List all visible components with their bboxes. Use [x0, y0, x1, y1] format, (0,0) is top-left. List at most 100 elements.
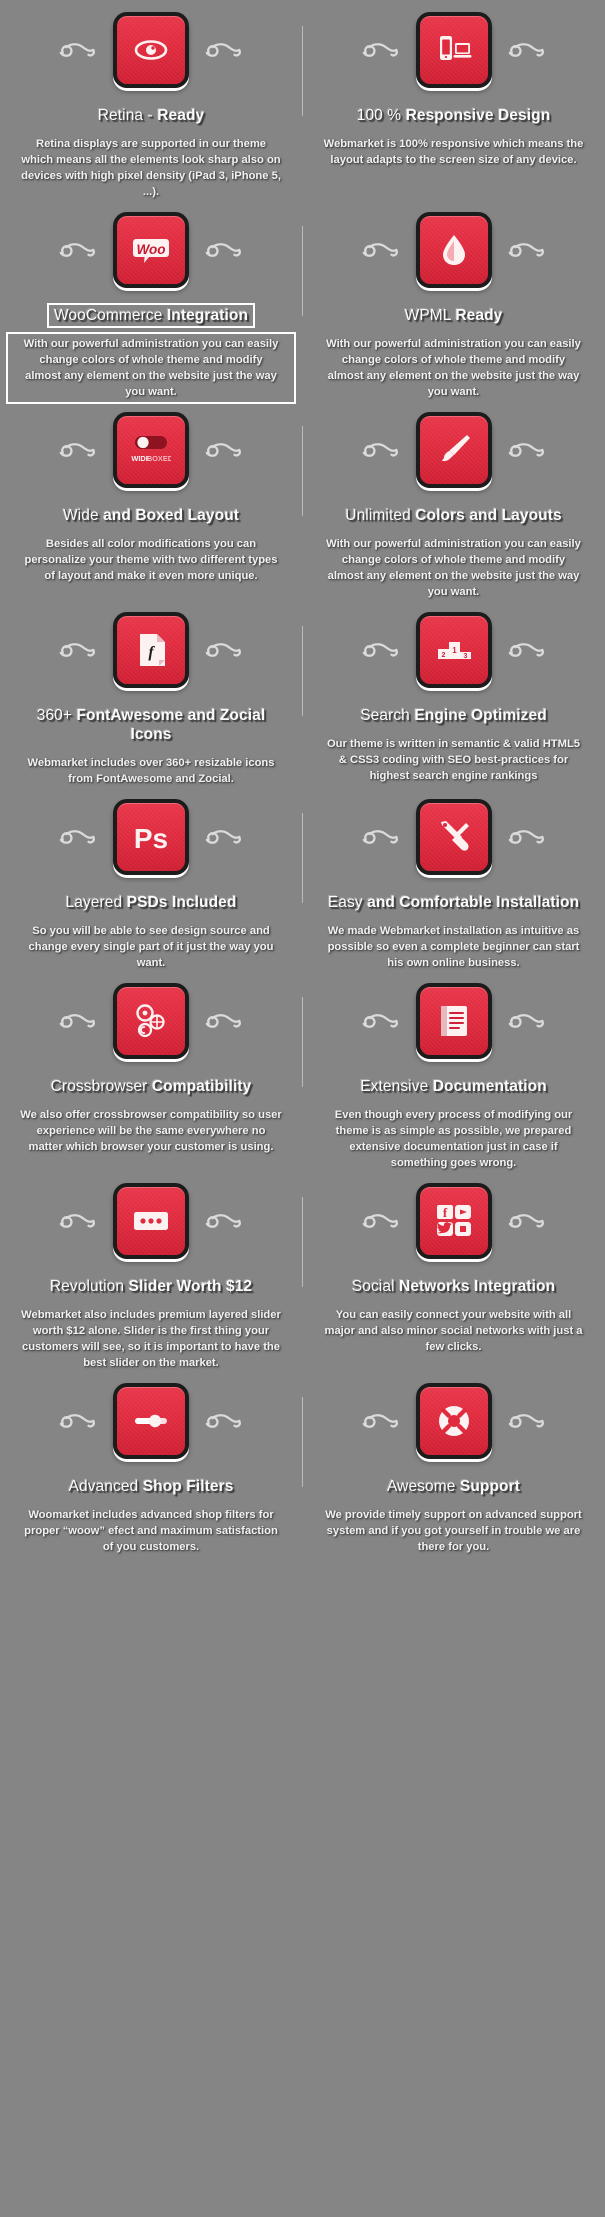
feature-description: Webmarket includes over 360+ resizable i… [27, 757, 275, 785]
feature-title: Revolution Slider Worth $12 [46, 1277, 256, 1296]
flourish-ornament-left [57, 433, 99, 467]
responsive-devices-icon[interactable] [415, 12, 492, 88]
lifebuoy-support-icon[interactable] [415, 1383, 492, 1459]
svg-text:Woo: Woo [137, 242, 166, 257]
feature-title-bold: PSDs Included [126, 894, 237, 911]
feature-card: WPML Ready With our powerful administrati… [302, 200, 605, 400]
podium-ranking-icon[interactable]: 12 3 [415, 612, 492, 688]
feature-description: We made Webmarket installation as intuit… [327, 925, 580, 969]
browsers-icon[interactable] [113, 983, 189, 1059]
flourish-ornament-right [203, 1204, 245, 1238]
feature-icon-row: f [6, 600, 296, 700]
feature-icon-row [6, 1171, 296, 1271]
flourish-ornament-right [506, 33, 548, 67]
feature-title: 100 % Responsive Design [353, 106, 555, 125]
feature-title: Wide and Boxed Layout [59, 506, 243, 525]
feature-title-light: WooCommerce [53, 307, 167, 324]
feature-title-bold: Engine Optimized [414, 707, 547, 724]
feature-icon-row: Woo [6, 200, 296, 300]
flourish-ornament-right [506, 1404, 548, 1438]
woocommerce-icon[interactable]: Woo [113, 212, 189, 288]
feature-title-bold: Responsive Design [405, 107, 551, 124]
feature-title-light: Wide [62, 507, 104, 524]
feature-title: Unlimited Colors and Layouts [341, 506, 565, 525]
feature-icon-row [6, 971, 296, 1071]
flourish-ornament-right [203, 33, 245, 67]
svg-text:2: 2 [441, 652, 445, 659]
feature-icon-row [308, 1371, 599, 1471]
flourish-ornament-left [57, 1004, 99, 1038]
feature-icon-row [308, 400, 599, 500]
feature-title: Search Engine Optimized [356, 706, 551, 725]
flourish-ornament-left [360, 33, 402, 67]
slider-dots-icon[interactable] [113, 1183, 189, 1259]
feature-title: Extensive Documentation [356, 1077, 551, 1096]
feature-icon-row [308, 200, 599, 300]
features-grid: Retina - Ready Retina displays are suppor… [0, 0, 605, 1555]
feature-title-bold: Colors and Layouts [415, 507, 562, 524]
photoshop-ps-icon[interactable]: Ps [113, 799, 189, 875]
column-divider [302, 626, 303, 716]
flourish-ornament-right [203, 820, 245, 854]
feature-card: Easy and Comfortable Installation We made… [302, 787, 605, 971]
feature-icon-row [308, 787, 599, 887]
feature-icon-row: f [308, 1171, 599, 1271]
book-documentation-icon[interactable] [415, 983, 492, 1059]
feature-title-bold: and Comfortable Installation [367, 894, 580, 911]
feature-title: Easy and Comfortable Installation [324, 893, 583, 912]
flourish-ornament-left [57, 820, 99, 854]
flourish-ornament-left [57, 1204, 99, 1238]
feature-card: Ps Layered PSDs Included So you will be ab… [0, 787, 302, 971]
feature-title-light: 360+ [36, 707, 77, 724]
feature-title: Layered PSDs Included [62, 893, 241, 912]
feature-title-light: Retina - [97, 107, 158, 124]
social-networks-icon[interactable]: f [415, 1183, 492, 1259]
feature-icon-row [308, 0, 599, 100]
wpml-drop-icon[interactable] [415, 212, 492, 288]
range-slider-icon[interactable] [113, 1383, 189, 1459]
feature-title: Crossbrowser Compatibility [47, 1077, 256, 1096]
feature-title: 360+ FontAwesome and Zocial Icons [11, 706, 291, 744]
feature-title-light: Advanced [68, 1478, 143, 1495]
flourish-ornament-right [506, 433, 548, 467]
flourish-ornament-right [203, 1404, 245, 1438]
feature-title-bold: Ready [455, 307, 503, 324]
feature-title-bold: Documentation [432, 1078, 547, 1095]
column-divider [302, 1397, 303, 1487]
flourish-ornament-left [360, 820, 402, 854]
feature-description: Webmarket also includes premium layered … [21, 1309, 281, 1369]
flourish-ornament-left [57, 33, 99, 67]
feature-title: Advanced Shop Filters [65, 1477, 238, 1496]
font-file-icon[interactable]: f [113, 612, 189, 688]
flourish-ornament-right [203, 633, 245, 667]
feature-description: Even though every process of modifying o… [334, 1109, 573, 1169]
flourish-ornament-left [360, 233, 402, 267]
feature-card: Crossbrowser Compatibility We also offer … [0, 971, 302, 1171]
eye-icon[interactable] [113, 12, 189, 88]
column-divider [302, 226, 303, 316]
feature-title-light: WPML [404, 307, 456, 324]
wide-boxed-toggle-icon[interactable]: WIDE BOXED [113, 412, 189, 488]
feature-card: 100 % Responsive Design Webmarket is 100%… [302, 0, 605, 200]
feature-title-bold: Compatibility [151, 1078, 252, 1095]
flourish-ornament-left [360, 1204, 402, 1238]
feature-description: We provide timely support on advanced su… [325, 1509, 582, 1553]
flourish-ornament-left [57, 633, 99, 667]
feature-title-bold: and Boxed Layout [103, 507, 240, 524]
feature-icon-row [6, 0, 296, 100]
flourish-ornament-right [506, 233, 548, 267]
column-divider [302, 426, 303, 516]
feature-icon-row: WIDE BOXED [6, 400, 296, 500]
flourish-ornament-right [506, 633, 548, 667]
feature-description: Webmarket is 100% responsive which means… [323, 138, 584, 166]
feature-description: With our powerful administration you can… [326, 538, 581, 598]
feature-title-bold: Support [459, 1478, 520, 1495]
column-divider [302, 813, 303, 903]
feature-title-light: Social [351, 1278, 400, 1295]
wrench-screwdriver-icon[interactable] [415, 799, 492, 875]
column-divider [302, 997, 303, 1087]
flourish-ornament-left [57, 233, 99, 267]
feature-card: f 360+ FontAwesome and Zocial Icons Webmar… [0, 600, 302, 787]
paintbrush-icon[interactable] [415, 412, 492, 488]
feature-icon-row: Ps [6, 787, 296, 887]
